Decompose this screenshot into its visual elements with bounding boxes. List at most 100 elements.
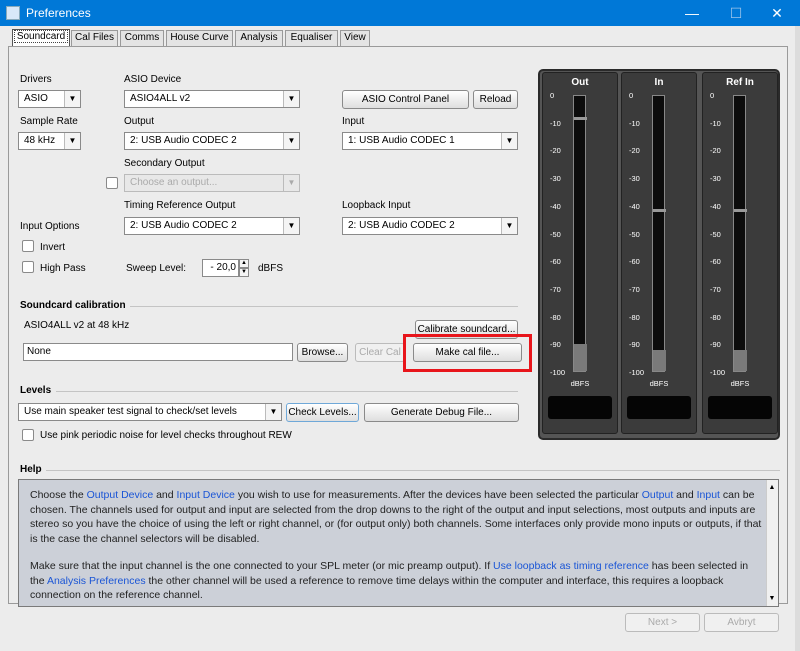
meter-scale-label: -10 [710, 118, 721, 128]
high-pass-checkbox[interactable] [22, 261, 34, 273]
help-text-run: and [673, 489, 697, 501]
help-text-run: Choose the [30, 489, 87, 501]
help-link[interactable]: Use loopback as timing reference [493, 560, 649, 572]
background-strip [795, 26, 800, 651]
secondary-output-checkbox[interactable] [106, 177, 118, 189]
minimize-button[interactable]: — [672, 0, 712, 26]
meter-scale-label: -90 [629, 340, 640, 350]
input-options-label: Input Options [20, 221, 80, 232]
app-icon [6, 6, 20, 20]
meter-scale-label: -80 [629, 312, 640, 322]
help-link[interactable]: Output Device [87, 489, 154, 501]
meter-scale-label: -30 [629, 174, 640, 184]
cancel-button[interactable]: Avbryt [704, 613, 779, 632]
meter-scale-label: -90 [710, 340, 721, 350]
secondary-output-label: Secondary Output [124, 158, 205, 169]
scroll-down-icon[interactable]: ▼ [767, 595, 777, 605]
meter-scale-label: -20 [550, 146, 561, 156]
input-value: 1: USB Audio CODEC 1 [348, 135, 455, 146]
chevron-down-icon: ▼ [64, 133, 80, 149]
help-paragraph-1: Choose the Output Device and Input Devic… [30, 488, 765, 546]
meter-scale-label: -60 [629, 257, 640, 267]
sweep-level-input[interactable]: - 20,0 [202, 259, 239, 277]
meter-scale-label: -10 [550, 118, 561, 128]
meter-title: Ref In [726, 77, 754, 88]
divider [130, 306, 518, 307]
output-value: 2: USB Audio CODEC 2 [130, 135, 237, 146]
browse-button[interactable]: Browse... [297, 343, 348, 362]
tab-comms[interactable]: Comms [120, 30, 164, 46]
sample-rate-label: Sample Rate [20, 116, 78, 127]
meter-readout [708, 396, 772, 419]
tab-view[interactable]: View [340, 30, 370, 46]
clear-cal-button[interactable]: Clear Cal [355, 343, 405, 362]
asio-device-select[interactable]: ASIO4ALL v2 ▼ [124, 90, 300, 108]
tab-equaliser[interactable]: Equaliser [285, 30, 338, 46]
sample-rate-value: 48 kHz [24, 135, 56, 146]
reload-button[interactable]: Reload [473, 90, 518, 109]
meter-scale-label: -60 [550, 257, 561, 267]
secondary-output-select[interactable]: Choose an output... ▼ [124, 174, 300, 192]
maximize-button[interactable]: ☐ [716, 0, 756, 26]
help-link[interactable]: Input [697, 489, 720, 501]
meter-scale-label: -50 [629, 229, 640, 239]
scroll-up-icon[interactable]: ▲ [767, 484, 777, 494]
calibration-section-title: Soundcard calibration [20, 300, 126, 311]
asio-control-panel-button[interactable]: ASIO Control Panel [342, 90, 469, 109]
tab-analysis[interactable]: Analysis [235, 30, 283, 46]
spinner-up-icon[interactable]: ▲ [239, 259, 249, 268]
meter-scale-label: -30 [550, 174, 561, 184]
meter-scale-label: -80 [550, 312, 561, 322]
level-signal-value: Use main speaker test signal to check/se… [24, 406, 237, 417]
meter-tube [652, 95, 665, 372]
meter-scale-label: -10 [629, 118, 640, 128]
help-link[interactable]: Output [642, 489, 674, 501]
tab-label: Soundcard [13, 30, 69, 43]
chevron-down-icon: ▼ [501, 218, 517, 234]
level-signal-select[interactable]: Use main speaker test signal to check/se… [18, 403, 282, 421]
output-select[interactable]: 2: USB Audio CODEC 2 ▼ [124, 132, 300, 150]
meter-readout [627, 396, 691, 419]
loopback-select[interactable]: 2: USB Audio CODEC 2 ▼ [342, 217, 518, 235]
meter-peak-marker [734, 208, 747, 212]
levels-section-title: Levels [20, 385, 52, 396]
meter-title: In [654, 77, 664, 88]
asio-device-label: ASIO Device [124, 74, 182, 85]
loopback-value: 2: USB Audio CODEC 2 [348, 220, 455, 231]
tab-cal-files[interactable]: Cal Files [71, 30, 118, 46]
help-scrollbar[interactable] [766, 480, 778, 606]
loopback-label: Loopback Input [342, 200, 411, 211]
next-button[interactable]: Next > [625, 613, 700, 632]
meter-level-bar [574, 344, 587, 371]
generate-debug-file-button[interactable]: Generate Debug File... [364, 403, 519, 422]
meter-scale-label: -40 [629, 201, 640, 211]
tab-house-curve[interactable]: House Curve [166, 30, 233, 46]
meter-scale-label: 0 [710, 91, 715, 100]
help-link[interactable]: Analysis Preferences [47, 575, 146, 587]
help-text-run: Make sure that the input channel is the … [30, 560, 494, 572]
close-button[interactable]: ✕ [757, 0, 797, 26]
highlight-box [403, 334, 532, 372]
pink-noise-checkbox[interactable] [22, 429, 34, 441]
meter-unit-label: dBFS [730, 379, 750, 388]
meter-scale-label: -40 [550, 201, 561, 211]
tab-soundcard[interactable]: Soundcard [12, 29, 70, 47]
cal-file-input[interactable]: None [23, 343, 293, 361]
meter-scale-label: -100 [629, 368, 645, 377]
drivers-select[interactable]: ASIO ▼ [18, 90, 81, 108]
calibration-status: ASIO4ALL v2 at 48 kHz [24, 320, 130, 331]
timing-ref-select[interactable]: 2: USB Audio CODEC 2 ▼ [124, 217, 300, 235]
meter-scale-label: -50 [550, 229, 561, 239]
output-label: Output [124, 116, 155, 127]
sweep-level-label: Sweep Level: [126, 263, 187, 274]
help-link[interactable]: Input Device [177, 489, 235, 501]
sample-rate-select[interactable]: 48 kHz ▼ [18, 132, 81, 150]
invert-checkbox[interactable] [22, 240, 34, 252]
check-levels-button[interactable]: Check Levels... [286, 403, 359, 422]
input-select[interactable]: 1: USB Audio CODEC 1 ▼ [342, 132, 518, 150]
spinner-down-icon[interactable]: ▼ [239, 268, 249, 277]
help-text: Choose the Output Device and Input Devic… [30, 488, 765, 616]
timing-ref-label: Timing Reference Output [124, 200, 236, 211]
title-bar: Preferences — ☐ ✕ [0, 0, 800, 26]
help-text-run: you wish to use for measurements. After … [234, 489, 642, 501]
